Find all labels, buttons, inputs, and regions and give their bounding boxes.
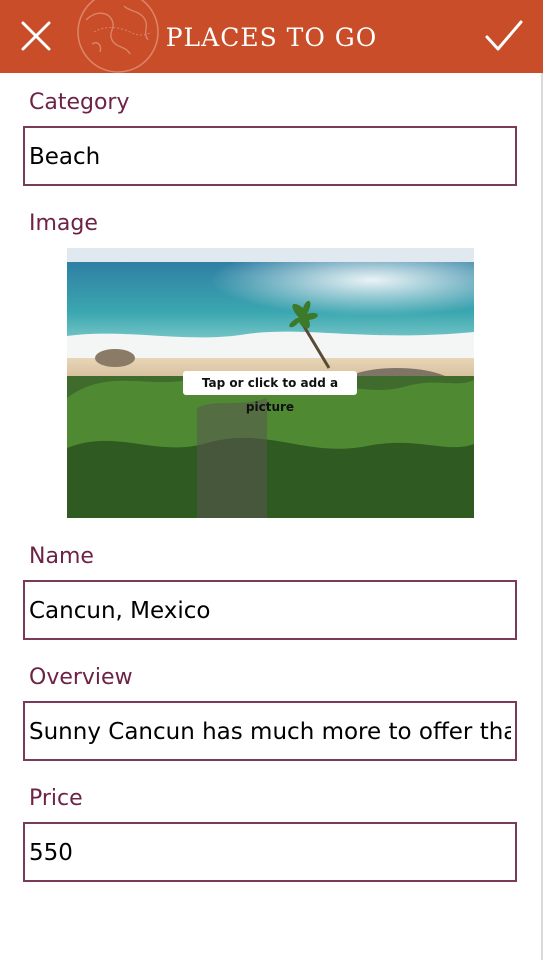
category-value: Beach <box>29 144 101 170</box>
page-title: PLACES TO GO <box>165 23 378 52</box>
category-field[interactable]: Beach <box>23 126 517 186</box>
add-picture-hint[interactable]: Tap or click to add a picture <box>183 371 357 414</box>
overview-label: Overview <box>29 665 133 690</box>
name-label: Name <box>29 544 94 569</box>
name-value: Cancun, Mexico <box>29 598 211 624</box>
app-header: PLACES TO GO <box>0 0 543 73</box>
checkmark-icon[interactable] <box>484 18 524 54</box>
price-field[interactable]: 550 <box>23 822 517 882</box>
overview-field[interactable]: Sunny Cancun has much more to offer than <box>23 701 517 761</box>
price-value: 550 <box>29 840 73 866</box>
name-field[interactable]: Cancun, Mexico <box>23 580 517 640</box>
price-label: Price <box>29 786 83 811</box>
category-label: Category <box>29 90 130 115</box>
overview-value: Sunny Cancun has much more to offer than <box>29 719 511 745</box>
image-label: Image <box>29 211 98 236</box>
